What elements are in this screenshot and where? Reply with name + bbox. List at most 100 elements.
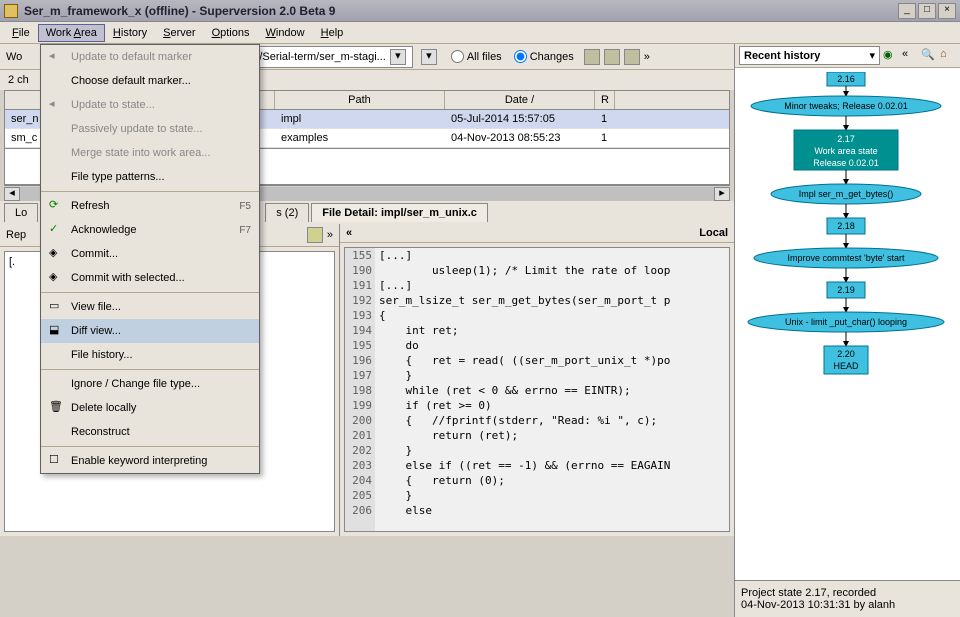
- menu-label: Update to state...: [71, 99, 251, 111]
- menu-label: Acknowledge: [71, 224, 239, 236]
- menu-file[interactable]: File: [4, 24, 38, 42]
- window-title: Ser_m_framework_x (offline) - Superversi…: [24, 4, 896, 18]
- menu-refresh[interactable]: ⟳RefreshF5: [41, 194, 259, 218]
- breadcrumb[interactable]: /Serial-term/ser_m-stagi... ▾: [252, 46, 413, 68]
- breadcrumb-dropdown-icon[interactable]: ▾: [390, 49, 406, 65]
- th-date[interactable]: Date /: [445, 91, 595, 109]
- wo-label: Wo: [6, 51, 22, 63]
- menu-file-type-patterns[interactable]: File type patterns...: [41, 165, 259, 189]
- menu-label: File history...: [71, 349, 251, 361]
- scroll-left-icon[interactable]: ◂: [4, 187, 20, 201]
- menu-label: Commit...: [71, 248, 251, 260]
- menu-commit[interactable]: ◈ Commit...: [41, 242, 259, 266]
- menu-label: Diff view...: [71, 325, 251, 337]
- history-graph[interactable]: 2.16 Minor tweaks; Release 0.02.01 2.17 …: [735, 68, 960, 580]
- blank-icon: [49, 121, 65, 137]
- menu-acknowledge[interactable]: ✓AcknowledgeF7: [41, 218, 259, 242]
- blank-icon: ☐: [49, 453, 65, 469]
- local-label: Local: [699, 227, 728, 239]
- local-pane: « Local 15519019119219319419519619719819…: [340, 224, 734, 536]
- menu-label: Merge state into work area...: [71, 147, 251, 159]
- rep-label: Rep: [6, 229, 26, 241]
- scroll-right-icon[interactable]: ▸: [714, 187, 730, 201]
- changes-radio[interactable]: Changes: [514, 50, 574, 63]
- code-viewer[interactable]: 1551901911921931941951961971981992002012…: [344, 247, 730, 532]
- svg-text:Release 0.02.01: Release 0.02.01: [813, 158, 879, 168]
- rep-plus-icon[interactable]: [307, 227, 323, 243]
- globe-icon[interactable]: ◉: [883, 48, 899, 64]
- delete-icon: 🗑: [49, 400, 65, 416]
- toolbar-icon-1[interactable]: [584, 49, 600, 65]
- diff-icon: ⬓: [49, 323, 65, 339]
- menu-window[interactable]: Window: [257, 24, 312, 42]
- menu-label: Delete locally: [71, 402, 251, 414]
- menu-label: Choose default marker...: [71, 75, 251, 87]
- menu-file-history[interactable]: File history...: [41, 343, 259, 367]
- svg-text:Improve commtest 'byte' start: Improve commtest 'byte' start: [788, 253, 905, 263]
- menu-choose-default-marker[interactable]: Choose default marker...: [41, 69, 259, 93]
- svg-text:2.16: 2.16: [837, 74, 855, 84]
- toolbar-icon-3[interactable]: [624, 49, 640, 65]
- blank-icon: [49, 169, 65, 185]
- menu-label: View file...: [71, 301, 251, 313]
- home-icon[interactable]: ⌂: [940, 48, 956, 64]
- th-path[interactable]: Path: [275, 91, 445, 109]
- menu-history[interactable]: History: [105, 24, 155, 42]
- search-icon[interactable]: 🔍: [921, 48, 937, 64]
- expand-icon[interactable]: »: [644, 51, 650, 63]
- commit-icon: ◈: [49, 246, 65, 262]
- refresh-icon: ⟳: [49, 198, 65, 214]
- svg-text:Work area state: Work area state: [814, 146, 877, 156]
- svg-text:2.20: 2.20: [837, 349, 855, 359]
- menu-options[interactable]: Options: [204, 24, 258, 42]
- arrow-icon: ◂: [49, 97, 65, 113]
- view-icon: ▭: [49, 299, 65, 315]
- menu-label: Reconstruct: [71, 426, 251, 438]
- svg-text:Impl ser_m_get_bytes(): Impl ser_m_get_bytes(): [799, 189, 894, 199]
- menu-commit-with-selected[interactable]: ◈Commit with selected...: [41, 266, 259, 290]
- minimize-button[interactable]: _: [898, 3, 916, 19]
- blank-icon: [49, 145, 65, 161]
- svg-text:2.17: 2.17: [837, 134, 855, 144]
- menu-label: Enable keyword interpreting: [71, 455, 251, 467]
- toolbar-icon-2[interactable]: [604, 49, 620, 65]
- menu-merge-state-into-work-area: Merge state into work area...: [41, 141, 259, 165]
- rep-expand-icon[interactable]: »: [327, 229, 333, 241]
- menu-update-to-state: ◂ Update to state...: [41, 93, 259, 117]
- menu-diff-view[interactable]: ⬓ Diff view...: [41, 319, 259, 343]
- menu-delete-locally[interactable]: 🗑 Delete locally: [41, 396, 259, 420]
- menu-enable-keyword-interpreting[interactable]: ☐ Enable keyword interpreting: [41, 449, 259, 473]
- tab-2[interactable]: s (2): [265, 203, 309, 222]
- close-button[interactable]: ×: [938, 3, 956, 19]
- maximize-button[interactable]: □: [918, 3, 936, 19]
- blank-icon: [49, 376, 65, 392]
- menu-label: Refresh: [71, 200, 239, 212]
- menu-label: Commit with selected...: [71, 272, 251, 284]
- svg-text:HEAD: HEAD: [833, 361, 859, 371]
- menu-update-to-default-marker: ◂Update to default marker: [41, 45, 259, 69]
- ack-icon: ✓: [49, 222, 65, 238]
- combo-dropdown-icon[interactable]: ▾: [869, 49, 875, 62]
- menu-help[interactable]: Help: [313, 24, 352, 42]
- all-files-radio[interactable]: All files: [451, 50, 502, 63]
- history-combo[interactable]: Recent history ▾: [739, 46, 880, 65]
- menu-view-file[interactable]: ▭ View file...: [41, 295, 259, 319]
- blank-icon: [49, 347, 65, 363]
- th-r[interactable]: R: [595, 91, 615, 109]
- menu-work-area[interactable]: Work Area: [38, 24, 105, 42]
- menu-label: Update to default marker: [71, 51, 251, 63]
- menu-label: Ignore / Change file type...: [71, 378, 251, 390]
- tab-file-detail[interactable]: File Detail: impl/ser_m_unix.c: [311, 203, 488, 222]
- menu-server[interactable]: Server: [155, 24, 203, 42]
- back-icon[interactable]: «: [902, 48, 918, 64]
- svg-text:Minor tweaks; Release 0.02.01: Minor tweaks; Release 0.02.01: [784, 101, 908, 111]
- menu-reconstruct[interactable]: Reconstruct: [41, 420, 259, 444]
- work-area-dropdown: ◂Update to default markerChoose default …: [40, 44, 260, 474]
- svg-text:2.18: 2.18: [837, 221, 855, 231]
- local-collapse-icon[interactable]: «: [346, 227, 352, 239]
- project-state: Project state 2.17, recorded 04-Nov-2013…: [735, 580, 960, 617]
- menubar: File Work Area History Server Options Wi…: [0, 22, 960, 44]
- nav-dropdown-icon[interactable]: ▾: [421, 49, 437, 65]
- menu-ignore-change-file-type[interactable]: Ignore / Change file type...: [41, 372, 259, 396]
- tab-loc[interactable]: Lo: [4, 203, 38, 222]
